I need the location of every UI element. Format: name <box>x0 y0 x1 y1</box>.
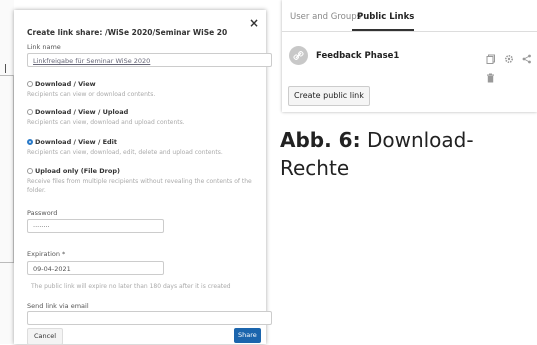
expiration-hint: The public link will expire no later tha… <box>31 283 231 290</box>
expiration-label: Expiration * <box>27 250 66 258</box>
option-description: Receive files from multiple recipients w… <box>27 178 252 194</box>
divider <box>0 75 14 76</box>
share-button[interactable]: Share <box>234 328 261 343</box>
divider <box>5 64 6 73</box>
sharing-panel: User and Groups Public Links Feedback Ph… <box>282 0 537 112</box>
figure-caption: Abb. 6: Download-Rechte <box>280 126 530 182</box>
link-name-label: Link name <box>27 43 61 51</box>
divider <box>282 31 537 32</box>
trash-icon[interactable] <box>486 68 495 87</box>
radio-button[interactable] <box>27 168 33 174</box>
tab-user-and-groups[interactable]: User and Groups <box>290 12 361 22</box>
share-dialog: × Create link share: /WiSe 2020/Seminar … <box>14 10 272 345</box>
option-description: Recipients can view, download and upload… <box>27 119 185 126</box>
radio-button-selected[interactable] <box>27 139 33 145</box>
radio-button[interactable] <box>27 109 33 115</box>
close-icon[interactable]: × <box>249 16 259 30</box>
email-input[interactable] <box>27 311 272 325</box>
caption-prefix: Abb. 6: <box>280 128 361 152</box>
option-description: Recipients can view, download, edit, del… <box>27 149 223 156</box>
email-label: Send link via email <box>27 302 89 310</box>
divider <box>0 262 14 263</box>
public-link-name[interactable]: Feedback Phase1 <box>316 51 399 61</box>
option-name: Upload only (File Drop) <box>35 167 120 175</box>
link-icon <box>293 51 304 60</box>
option-name: Download / View / Edit <box>35 138 118 146</box>
create-public-link-button[interactable]: Create public link <box>288 86 370 106</box>
password-input[interactable]: ········ <box>27 219 164 233</box>
password-label: Password <box>27 209 58 217</box>
option-name: Download / View / Upload <box>35 108 129 116</box>
option-name: Download / View <box>35 80 96 88</box>
link-actions <box>486 49 537 83</box>
radio-button[interactable] <box>27 81 33 87</box>
expiration-input[interactable]: 09-04-2021 <box>27 261 164 275</box>
link-name-input[interactable]: Linkfreigabe für Seminar WiSe 2020 <box>27 53 272 67</box>
dialog-title: Create link share: /WiSe 2020/Seminar Wi… <box>27 28 228 37</box>
background-panel <box>0 0 14 344</box>
copy-icon[interactable] <box>486 49 496 68</box>
option-description: Recipients can view or download contents… <box>27 91 156 98</box>
tab-public-links[interactable]: Public Links <box>357 12 414 22</box>
gear-icon[interactable] <box>504 49 514 68</box>
share-icon[interactable] <box>522 49 532 68</box>
link-avatar <box>289 46 308 65</box>
cancel-button[interactable]: Cancel <box>27 328 64 345</box>
